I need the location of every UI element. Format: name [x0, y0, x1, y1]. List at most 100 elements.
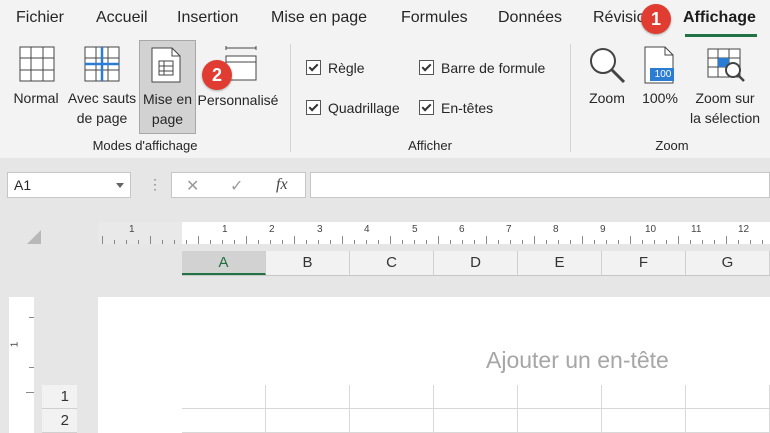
tab-formules[interactable]: Formules — [401, 9, 468, 27]
tab-donnees[interactable]: Données — [498, 9, 562, 27]
ruler-tick — [738, 240, 739, 244]
ruler-tick — [498, 240, 499, 244]
ruler-tick — [162, 240, 163, 244]
ruler-number: 1 — [129, 224, 135, 235]
headings-checkbox[interactable]: En-têtes — [419, 100, 493, 116]
ruler-tick — [26, 392, 34, 393]
active-tab-indicator — [685, 34, 757, 37]
cell-c1[interactable] — [350, 385, 434, 409]
drag-handle-icon[interactable]: ⋮ — [148, 176, 162, 193]
insert-function-icon[interactable]: fx — [276, 176, 288, 194]
cell-f2[interactable] — [602, 409, 686, 433]
cell-f1[interactable] — [602, 385, 686, 409]
row-header-1[interactable]: 1 — [42, 385, 77, 409]
page-break-preview-button[interactable]: Avec sauts de page — [65, 44, 139, 130]
ruler-tick — [426, 240, 427, 244]
ruler-tick — [582, 236, 583, 244]
zoom-to-selection-button[interactable]: Zoom sur la sélection — [685, 44, 765, 130]
select-all-corner[interactable] — [27, 230, 41, 244]
ruler-number: 6 — [459, 224, 465, 235]
ribbon: Normal Avec sauts de page Mise en page P… — [0, 38, 770, 159]
cell-grid — [182, 385, 770, 433]
ruler-tick — [186, 240, 187, 244]
column-headers: ABCDEFG — [182, 251, 770, 276]
ruler-tick — [462, 240, 463, 244]
zoom-100-button[interactable]: 100 100% — [638, 44, 682, 130]
tab-fichier[interactable]: Fichier — [16, 9, 64, 27]
row-header-2[interactable]: 2 — [42, 409, 77, 433]
column-header-f[interactable]: F — [602, 251, 686, 275]
cell-d1[interactable] — [434, 385, 518, 409]
cancel-icon[interactable]: ✕ — [186, 176, 199, 196]
add-header-placeholder[interactable]: Ajouter un en-tête — [486, 347, 669, 374]
column-header-b[interactable]: B — [266, 251, 350, 275]
cell-b2[interactable] — [266, 409, 350, 433]
cell-e1[interactable] — [518, 385, 602, 409]
cell-g2[interactable] — [686, 409, 770, 433]
cell-g1[interactable] — [686, 385, 770, 409]
cell-e2[interactable] — [518, 409, 602, 433]
gridlines-checkbox[interactable]: Quadrillage — [306, 100, 400, 116]
group-label-zoom: Zoom — [655, 138, 689, 153]
ruler-tick — [558, 240, 559, 244]
ruler-tick — [222, 240, 223, 244]
page-layout-button[interactable]: Mise en page — [139, 40, 196, 134]
ruler-tick — [450, 240, 451, 244]
tab-insertion[interactable]: Insertion — [177, 9, 238, 27]
ruler-number: 12 — [738, 224, 750, 235]
tab-mise-en-page[interactable]: Mise en page — [271, 9, 367, 27]
group-label-workbook-views: Modes d'affichage — [92, 138, 198, 153]
ruler-tick — [474, 240, 475, 244]
column-header-d[interactable]: D — [434, 251, 518, 275]
column-header-e[interactable]: E — [518, 251, 602, 275]
horizontal-ruler: 1 1 2 3 4 5 6 7 8 9 10 11 12 — [98, 222, 770, 244]
tab-affichage[interactable]: Affichage — [683, 9, 756, 27]
checkbox-checked-icon — [419, 100, 434, 115]
ribbon-tab-bar: Fichier Accueil Insertion Mise en page F… — [0, 0, 770, 38]
ruler-tick — [114, 240, 115, 244]
group-separator — [290, 44, 291, 152]
ruler-tick — [234, 240, 235, 244]
ruler-tick — [486, 236, 487, 244]
magnifier-icon — [590, 48, 626, 84]
ruler-tick — [150, 236, 151, 244]
formula-bar: A1 ⋮ ✕ ✓ fx — [0, 158, 770, 202]
enter-icon[interactable]: ✓ — [230, 176, 243, 196]
formula-input[interactable] — [310, 172, 770, 198]
cell-d2[interactable] — [434, 409, 518, 433]
cell-c2[interactable] — [350, 409, 434, 433]
ruler-tick — [29, 367, 34, 368]
zoom-100-icon-label: 100 — [654, 69, 672, 80]
ruler-tick — [402, 240, 403, 244]
ruler-checkbox[interactable]: Règle — [306, 60, 365, 76]
ruler-tick — [29, 317, 34, 318]
column-header-a[interactable]: A — [182, 251, 266, 275]
ruler-tick — [378, 240, 379, 244]
ruler-tick — [630, 236, 631, 244]
formula-bar-checkbox[interactable]: Barre de formule — [419, 60, 545, 76]
ruler-tick — [546, 240, 547, 244]
ruler-tick — [126, 240, 127, 244]
zoom-button[interactable]: Zoom — [584, 44, 630, 130]
cell-a1[interactable] — [182, 385, 266, 409]
cell-a2[interactable] — [182, 409, 266, 433]
normal-view-button[interactable]: Normal — [10, 44, 62, 130]
ruler-tick — [258, 240, 259, 244]
checkbox-checked-icon — [306, 60, 321, 75]
name-box[interactable]: A1 — [7, 172, 131, 198]
row-headers: 1 2 — [42, 385, 77, 433]
checkbox-checked-icon — [306, 100, 321, 115]
tab-revision[interactable]: Révision — [593, 9, 643, 27]
tab-accueil[interactable]: Accueil — [96, 9, 148, 27]
ruler-tick — [306, 240, 307, 244]
checkbox-checked-icon — [419, 60, 434, 75]
chevron-down-icon[interactable] — [116, 183, 124, 188]
ruler-tick — [678, 236, 679, 244]
ruler-tick — [642, 240, 643, 244]
group-label-show: Afficher — [408, 138, 452, 153]
column-header-g[interactable]: G — [686, 251, 770, 275]
cell-b1[interactable] — [266, 385, 350, 409]
worksheet-area: 1 1 2 3 4 5 6 7 8 9 10 11 12 ABCDEFG 1 Ajouter un en… — [0, 202, 770, 433]
ruler-number: 3 — [317, 224, 323, 235]
column-header-c[interactable]: C — [350, 251, 434, 275]
